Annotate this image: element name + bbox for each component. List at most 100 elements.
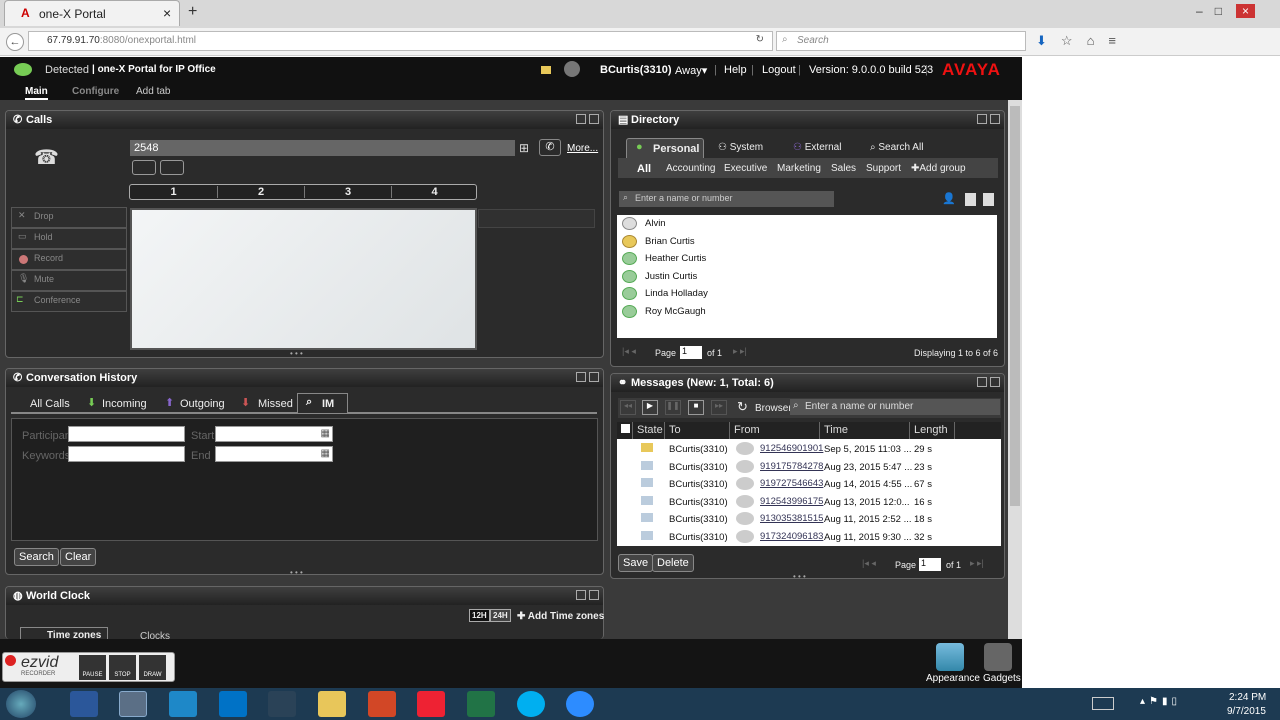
- col-state[interactable]: State: [633, 422, 665, 439]
- zoom-icon[interactable]: [566, 691, 594, 717]
- message-row[interactable]: BCurtis(3310) 919175784278 Aug 23, 2015 …: [617, 459, 1001, 477]
- gadgets-label[interactable]: Gadgets: [983, 673, 1021, 684]
- add-time-zones-button[interactable]: ✚ Add Time zones: [517, 611, 604, 622]
- resize-grip[interactable]: • • •: [793, 572, 806, 581]
- firefox-icon[interactable]: [119, 691, 147, 717]
- panel-window-buttons[interactable]: [974, 377, 1000, 390]
- col-from[interactable]: From: [730, 422, 820, 439]
- add-contact-icon[interactable]: 👤: [942, 192, 956, 205]
- clear-button[interactable]: Clear: [60, 548, 97, 566]
- search-button[interactable]: Search: [14, 548, 59, 566]
- pager-first-prev-icons[interactable]: |◂ ◂: [622, 346, 636, 357]
- group-all[interactable]: All: [637, 163, 651, 175]
- browser-toggle[interactable]: Browser: [755, 403, 792, 414]
- tab-main[interactable]: Main: [25, 86, 48, 100]
- dial-input[interactable]: 2548: [130, 140, 515, 156]
- url-field[interactable]: 67.79.91.70:8080/onexportal.html ↻: [28, 31, 773, 51]
- pause-recording-button[interactable]: PAUSE: [79, 655, 106, 680]
- appearance-icon[interactable]: [936, 643, 964, 671]
- panel-window-buttons[interactable]: [974, 114, 1000, 127]
- contact-alvin[interactable]: Alvin: [617, 215, 997, 233]
- keywords-field[interactable]: [68, 446, 185, 462]
- add-group-button[interactable]: ✚Add group: [911, 163, 966, 174]
- user-avatar-icon[interactable]: [564, 61, 580, 77]
- new-tab-button[interactable]: +: [188, 3, 197, 21]
- message-row[interactable]: BCurtis(3310) 912546901901 Sep 5, 2015 1…: [617, 441, 1001, 459]
- tab-clocks[interactable]: Clocks: [140, 631, 170, 639]
- tab-system[interactable]: ⚇ System: [718, 142, 763, 153]
- appearance-label[interactable]: Appearance: [926, 673, 980, 684]
- group-sales[interactable]: Sales: [831, 163, 856, 174]
- tab-all-calls[interactable]: All Calls: [30, 398, 70, 410]
- contact-heather-curtis[interactable]: Heather Curtis: [617, 250, 997, 268]
- line-tab-3[interactable]: 3: [304, 186, 391, 198]
- line-tab-4[interactable]: 4: [391, 186, 477, 198]
- save-button[interactable]: Save: [618, 554, 654, 572]
- contact-justin-curtis[interactable]: Justin Curtis: [617, 268, 997, 286]
- keyboard-icon[interactable]: [1092, 697, 1114, 710]
- tab-add[interactable]: Add tab: [136, 86, 170, 97]
- line-tab-2[interactable]: 2: [217, 186, 304, 198]
- pager-next-last-icons[interactable]: ▸ ▸|: [970, 558, 984, 569]
- browser-search-field[interactable]: ⌕ Search: [776, 31, 1026, 51]
- message-waiting-icon[interactable]: [541, 66, 551, 74]
- tab-missed[interactable]: Missed: [258, 398, 293, 410]
- contact-linda-holladay[interactable]: Linda Holladay: [617, 285, 997, 303]
- keypad-icon[interactable]: ⊞: [519, 141, 529, 155]
- presence-icon[interactable]: [14, 63, 32, 76]
- participant-field[interactable]: [68, 426, 185, 442]
- page-field[interactable]: 1: [680, 346, 702, 359]
- page-scrollbar[interactable]: [1008, 100, 1022, 639]
- help-link[interactable]: Help: [724, 64, 747, 76]
- tab-im[interactable]: ⌕ IM: [297, 393, 348, 413]
- resize-grip[interactable]: • • •: [290, 568, 303, 577]
- end-date-field[interactable]: ▦: [215, 446, 333, 462]
- close-tab-icon[interactable]: ×: [163, 5, 171, 21]
- gadgets-icon[interactable]: [984, 643, 1012, 671]
- export-icon[interactable]: [983, 193, 994, 206]
- delete-button[interactable]: Delete: [652, 554, 694, 572]
- tab-outgoing[interactable]: Outgoing: [180, 398, 225, 410]
- record-button[interactable]: Record: [11, 249, 127, 270]
- start-button-icon[interactable]: [6, 690, 36, 718]
- message-row[interactable]: BCurtis(3310) 917324096183 Aug 11, 2015 …: [617, 529, 1001, 546]
- line-tab-1[interactable]: 1: [130, 186, 217, 198]
- message-row[interactable]: BCurtis(3310) 919727546643 Aug 14, 2015 …: [617, 476, 1001, 494]
- start-date-field[interactable]: ▦: [215, 426, 333, 442]
- select-all-checkbox[interactable]: [617, 422, 633, 439]
- message-row[interactable]: BCurtis(3310) 913035381515 Aug 11, 2015 …: [617, 511, 1001, 529]
- back-arrow-icon[interactable]: ←: [6, 33, 24, 51]
- refresh-icon[interactable]: ↻: [737, 399, 748, 415]
- panel-window-buttons[interactable]: [573, 372, 599, 385]
- draw-button[interactable]: DRAW: [139, 655, 166, 680]
- tab-time-zones[interactable]: Time zones: [20, 627, 108, 639]
- window-controls[interactable]: – □ ×: [1190, 4, 1276, 18]
- drop-button[interactable]: ✕ Drop: [11, 207, 127, 228]
- play-icon[interactable]: ▶: [642, 400, 658, 415]
- more-link[interactable]: More...: [567, 143, 598, 154]
- outlook-icon[interactable]: [219, 691, 247, 717]
- hold-button[interactable]: ▭ Hold: [11, 228, 127, 249]
- mute-button[interactable]: 🎙 Mute: [11, 270, 127, 291]
- resize-grip[interactable]: • • •: [290, 349, 303, 358]
- pager-first-prev-icons[interactable]: |◂ ◂: [862, 558, 876, 569]
- col-time[interactable]: Time: [820, 422, 910, 439]
- col-length[interactable]: Length: [910, 422, 955, 439]
- excel-icon[interactable]: [467, 691, 495, 717]
- directory-search-field[interactable]: ⌕ Enter a name or number: [619, 191, 834, 207]
- app-bird-icon[interactable]: [268, 691, 296, 717]
- forward-icon[interactable]: ▸▸: [711, 400, 727, 415]
- page-field[interactable]: 1: [919, 558, 941, 571]
- tab-search-all[interactable]: ⌕ Search All: [870, 142, 923, 153]
- logout-link[interactable]: Logout: [762, 64, 796, 76]
- 12h-toggle[interactable]: 12H: [469, 609, 490, 622]
- word-icon[interactable]: [70, 691, 98, 717]
- skype-icon[interactable]: [517, 691, 545, 717]
- 24h-toggle[interactable]: 24H: [490, 609, 511, 622]
- internet-explorer-icon[interactable]: [169, 691, 197, 717]
- reload-icon[interactable]: ↻: [756, 34, 764, 45]
- message-row[interactable]: BCurtis(3310) 912543996175 Aug 13, 2015 …: [617, 494, 1001, 512]
- stop-icon[interactable]: ■: [688, 400, 704, 415]
- tab-incoming[interactable]: Incoming: [102, 398, 147, 410]
- away-dropdown[interactable]: Away▾: [675, 64, 707, 77]
